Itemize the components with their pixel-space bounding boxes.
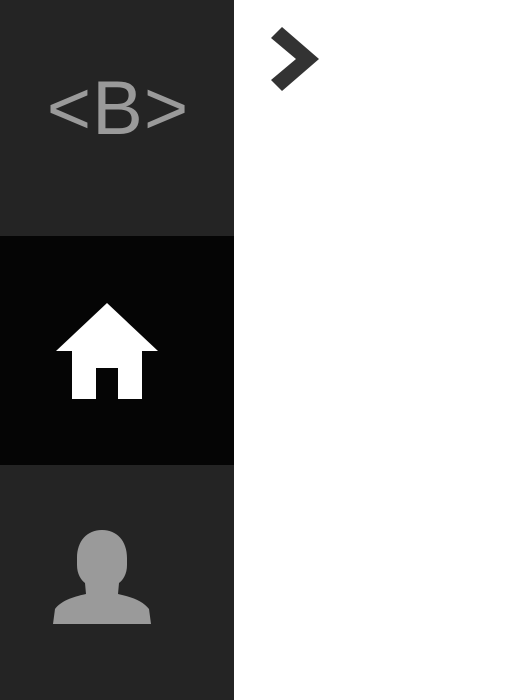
logo: <B>: [0, 0, 234, 236]
sidebar-item-home[interactable]: [0, 236, 234, 465]
sidebar-item-profile[interactable]: [0, 465, 234, 700]
app-window: <B>: [0, 0, 518, 700]
home-icon: [56, 302, 158, 399]
logo-text: <B>: [46, 66, 190, 151]
chevron-right-icon[interactable]: [271, 27, 319, 91]
sidebar: <B>: [0, 0, 234, 700]
user-icon: [53, 530, 151, 624]
main-content: [234, 0, 518, 700]
